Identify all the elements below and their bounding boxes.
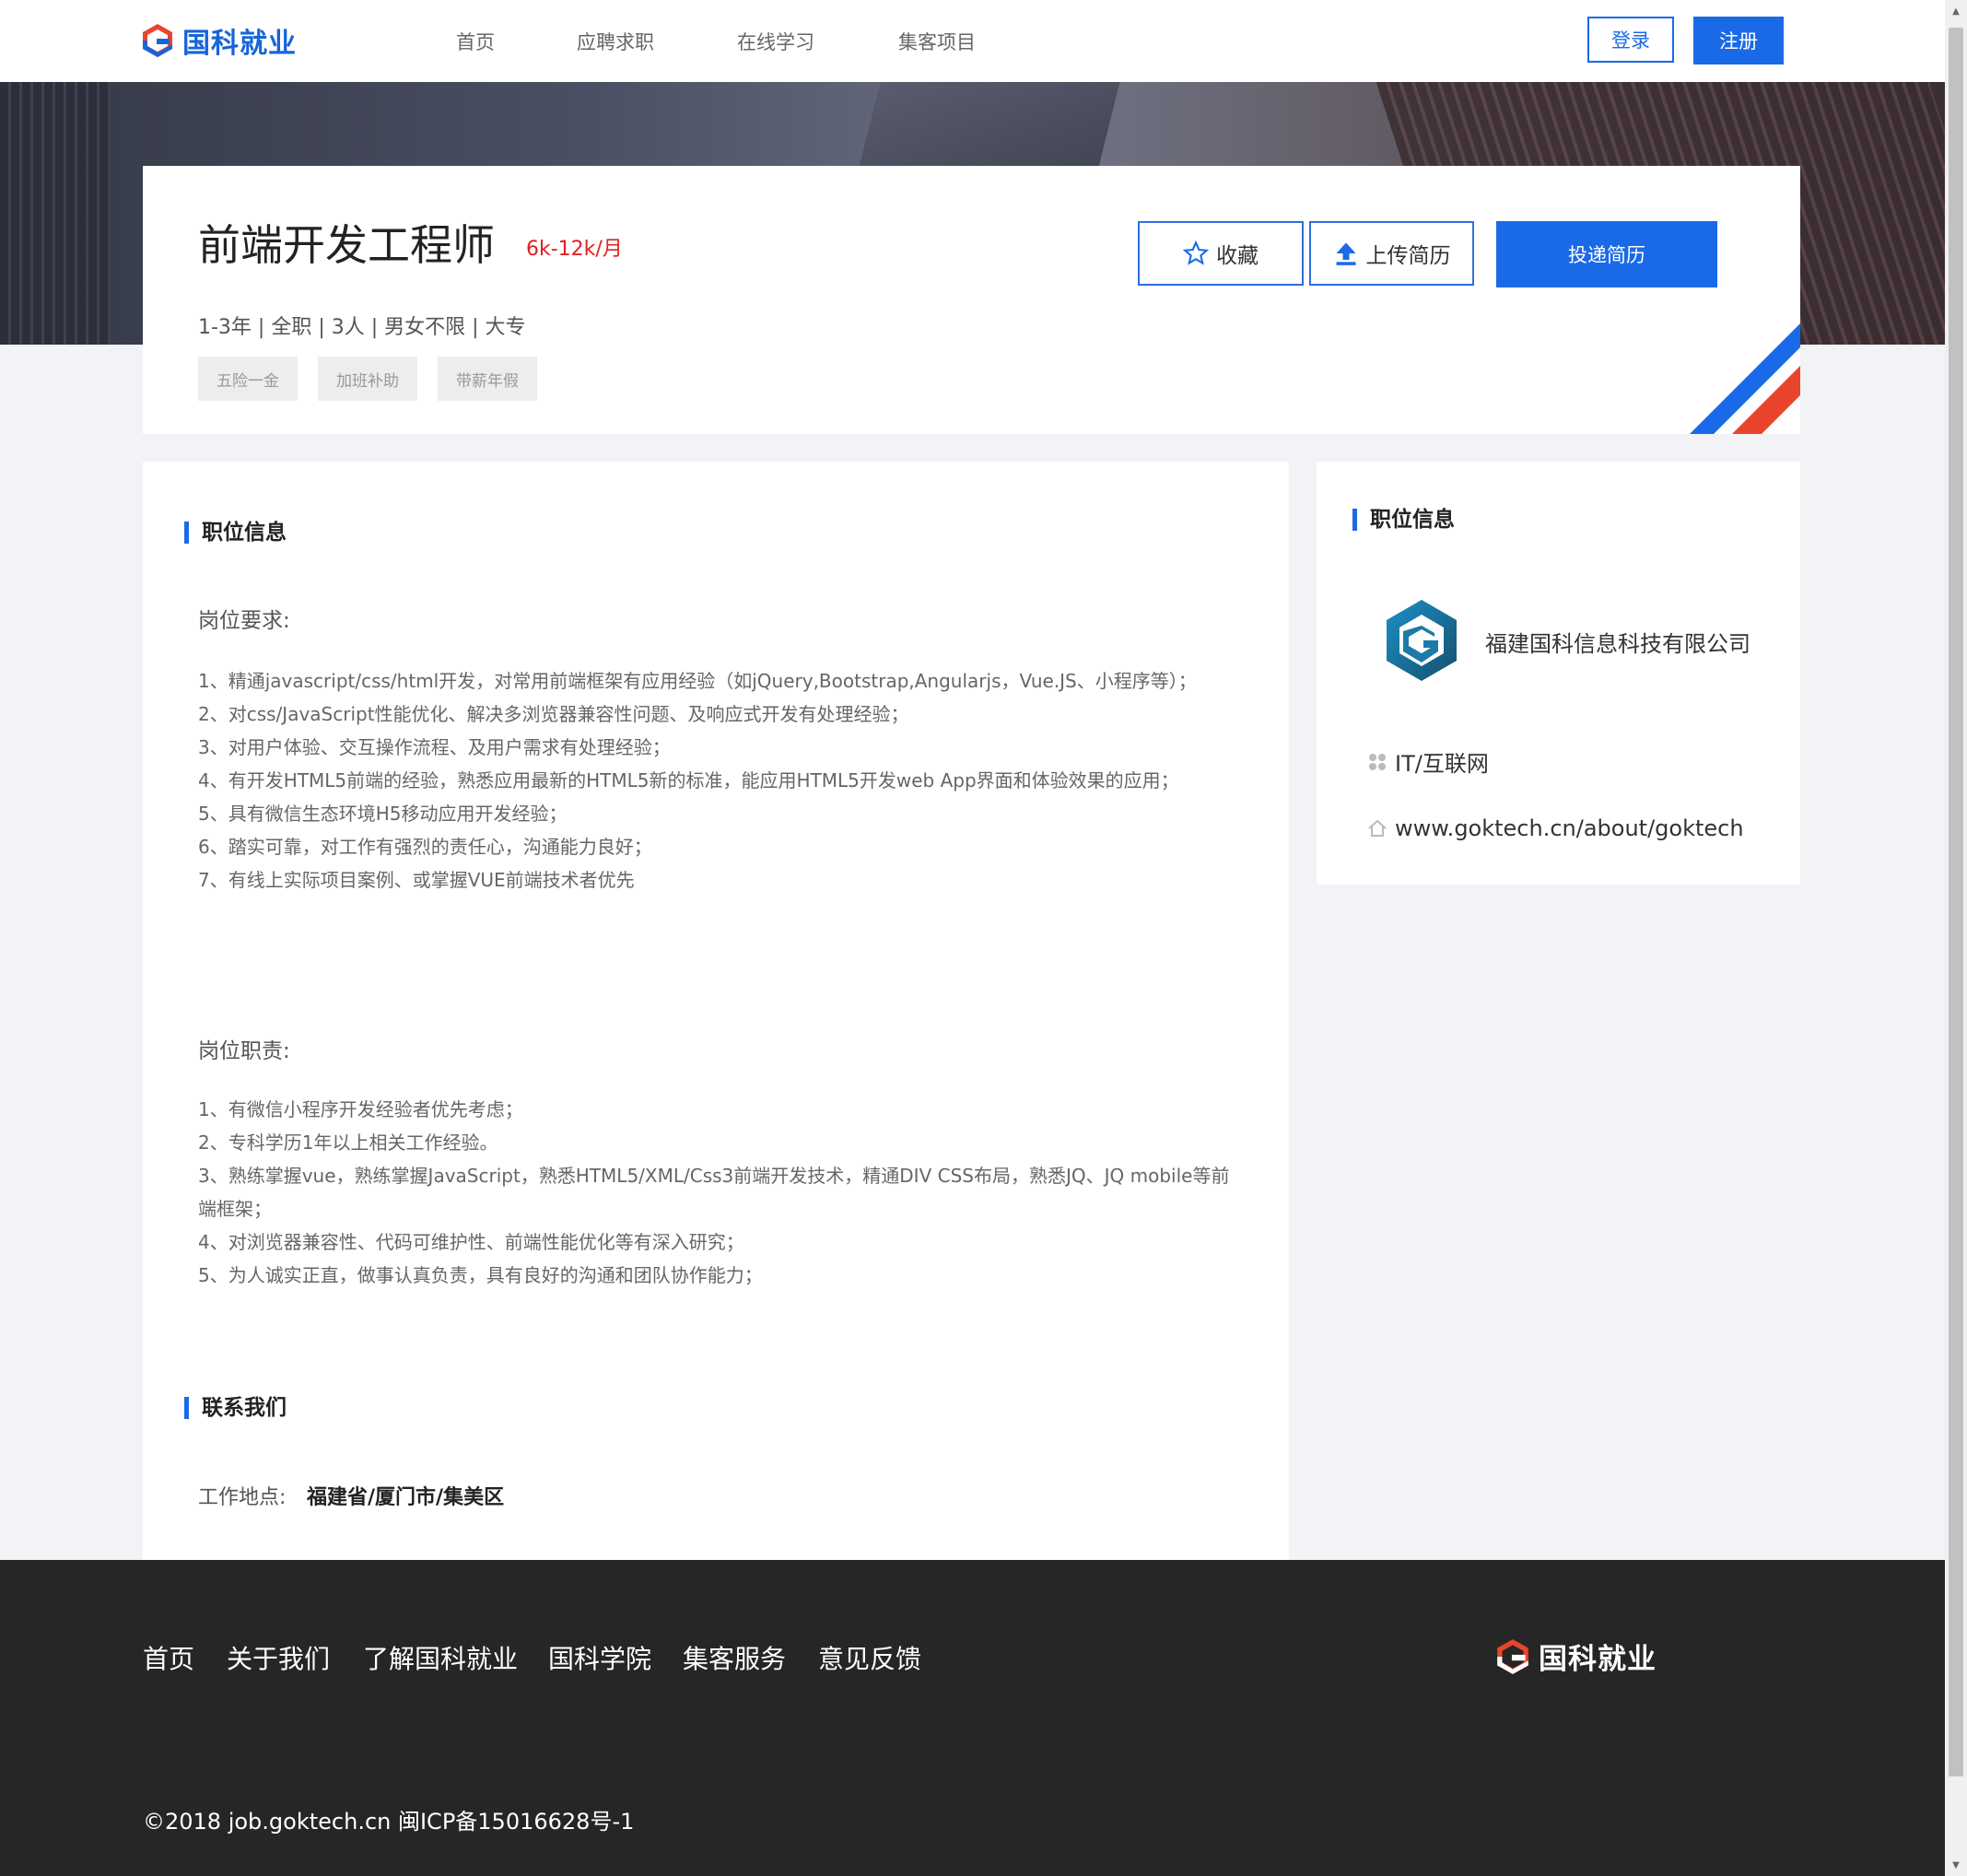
- favorite-label: 收藏: [1216, 244, 1259, 268]
- list-item: 2、专科学历1年以上相关工作经验。: [198, 1131, 498, 1154]
- logo-mark-icon: [1497, 1638, 1528, 1674]
- footer-link-academy[interactable]: 国科学院: [548, 1639, 651, 1676]
- list-item: 6、踏实可靠，对工作有强烈的责任心，沟通能力良好；: [198, 836, 652, 858]
- company-logo-icon[interactable]: [1383, 598, 1460, 683]
- copyright: ©2018 job.goktech.cn 闽ICP备15016628号-1: [143, 1809, 635, 1835]
- list-item: 1、精通javascript/css/html开发，对常用前端框架有应用经验（如…: [198, 670, 1197, 692]
- list-item: 2、对css/JavaScript性能优化、解决多浏览器兼容性问题、及响应式开发…: [198, 703, 909, 725]
- duties-list: 1、有微信小程序开发经验者优先考虑； 2、专科学历1年以上相关工作经验。 3、熟…: [198, 1093, 1230, 1292]
- footer-link-about[interactable]: 关于我们: [227, 1639, 330, 1676]
- footer-link-learn-more[interactable]: 了解国科就业: [363, 1639, 518, 1676]
- list-item: 5、具有微信生态环境H5移动应用开发经验；: [198, 803, 568, 825]
- star-icon: [1183, 240, 1209, 265]
- footer-logo-text: 国科就业: [1539, 1643, 1657, 1676]
- footer-link-services[interactable]: 集客服务: [683, 1639, 786, 1676]
- apply-button[interactable]: 投递简历: [1496, 221, 1717, 287]
- section-title-job-info: 职位信息: [184, 522, 287, 544]
- industry-text: IT/互联网: [1395, 751, 1489, 777]
- top-navigation-bar: 国科就业 首页 应聘求职 在线学习 集客项目 登录 注册: [0, 0, 1945, 82]
- section-title-contact: 联系我们: [184, 1397, 287, 1419]
- salary: 6k-12k/月: [526, 238, 623, 261]
- list-item: 3、熟练掌握vue，熟练掌握JavaScript，熟悉HTML5/XML/Css…: [198, 1165, 1230, 1220]
- login-button[interactable]: 登录: [1587, 17, 1674, 63]
- page: 国科就业 首页 应聘求职 在线学习 集客项目 登录 注册 前端开发工程师 6k-…: [0, 0, 1945, 1876]
- website-row: www.goktech.cn/about/goktech: [1367, 815, 1744, 841]
- nav-projects[interactable]: 集客项目: [898, 28, 976, 55]
- upload-icon: [1336, 242, 1355, 265]
- industry-row: IT/互联网: [1367, 745, 1489, 778]
- favorite-button[interactable]: 收藏: [1138, 221, 1304, 286]
- footer-link-home[interactable]: 首页: [143, 1639, 194, 1676]
- nav-learning[interactable]: 在线学习: [737, 28, 814, 55]
- site-logo[interactable]: 国科就业: [140, 20, 297, 61]
- logo-mark-icon: [143, 24, 172, 57]
- scroll-up-arrow-icon[interactable]: ▲: [1945, 0, 1967, 22]
- duties-heading: 岗位职责:: [198, 1039, 290, 1063]
- job-summary-card: 前端开发工程师 6k-12k/月 1-3年 | 全职 | 3人 | 男女不限 |…: [143, 166, 1800, 434]
- footer: 首页 关于我们 了解国科就业 国科学院 集客服务 意见反馈 国科就业 ©2018…: [0, 1560, 1945, 1876]
- list-item: 4、有开发HTML5前端的经验，熟悉应用最新的HTML5新的标准，能应用HTML…: [198, 769, 1179, 791]
- grid-icon: [1369, 753, 1386, 770]
- requirements-list: 1、精通javascript/css/html开发，对常用前端框架有应用经验（如…: [198, 664, 1230, 897]
- benefit-tag: 带薪年假: [438, 357, 537, 401]
- list-item: 7、有线上实际项目案例、或掌握VUE前端技术者优先: [198, 869, 635, 891]
- scroll-down-arrow-icon[interactable]: ▼: [1945, 1854, 1967, 1876]
- location-value: 福建省/厦门市/集美区: [307, 1486, 505, 1509]
- list-item: 1、有微信小程序开发经验者优先考虑；: [198, 1098, 523, 1120]
- company-name[interactable]: 福建国科信息科技有限公司: [1485, 626, 1750, 658]
- website-link[interactable]: www.goktech.cn/about/goktech: [1395, 815, 1744, 841]
- sidebar-title: 职位信息: [1352, 509, 1455, 531]
- corner-stripes-decoration: [1690, 323, 1800, 434]
- location-label: 工作地点:: [198, 1486, 287, 1509]
- requirements-heading: 岗位要求:: [198, 609, 290, 633]
- benefit-tag: 加班补助: [318, 357, 417, 401]
- list-item: 3、对用户体验、交互操作流程、及用户需求有处理经验；: [198, 736, 671, 758]
- benefit-tag: 五险一金: [198, 357, 298, 401]
- benefit-tags: 五险一金 加班补助 带薪年假: [198, 357, 537, 401]
- job-detail-panel: 职位信息 岗位要求: 1、精通javascript/css/html开发，对常用…: [143, 462, 1289, 1560]
- logo-text: 国科就业: [182, 28, 297, 60]
- home-icon: [1368, 819, 1387, 837]
- nav-jobs[interactable]: 应聘求职: [577, 28, 654, 55]
- company-info-panel: 职位信息 福建国科信息科技有限公司 IT/互联网 www.goktech.cn/…: [1317, 462, 1800, 885]
- vertical-scrollbar[interactable]: ▲ ▼: [1945, 0, 1967, 1876]
- footer-logo[interactable]: 国科就业: [1494, 1636, 1657, 1677]
- list-item: 4、对浏览器兼容性、代码可维护性、前端性能优化等有深入研究；: [198, 1231, 744, 1253]
- nav-home[interactable]: 首页: [456, 28, 495, 55]
- job-title: 前端开发工程师: [198, 220, 495, 270]
- footer-link-feedback[interactable]: 意见反馈: [818, 1639, 921, 1676]
- job-meta: 1-3年 | 全职 | 3人 | 男女不限 | 大专: [198, 316, 526, 339]
- register-button[interactable]: 注册: [1693, 17, 1784, 64]
- upload-resume-button[interactable]: 上传简历: [1309, 221, 1474, 286]
- upload-label: 上传简历: [1365, 244, 1451, 268]
- list-item: 5、为人诚实正直，做事认真负责，具有良好的沟通和团队协作能力；: [198, 1264, 763, 1286]
- scrollbar-thumb[interactable]: [1949, 28, 1963, 1776]
